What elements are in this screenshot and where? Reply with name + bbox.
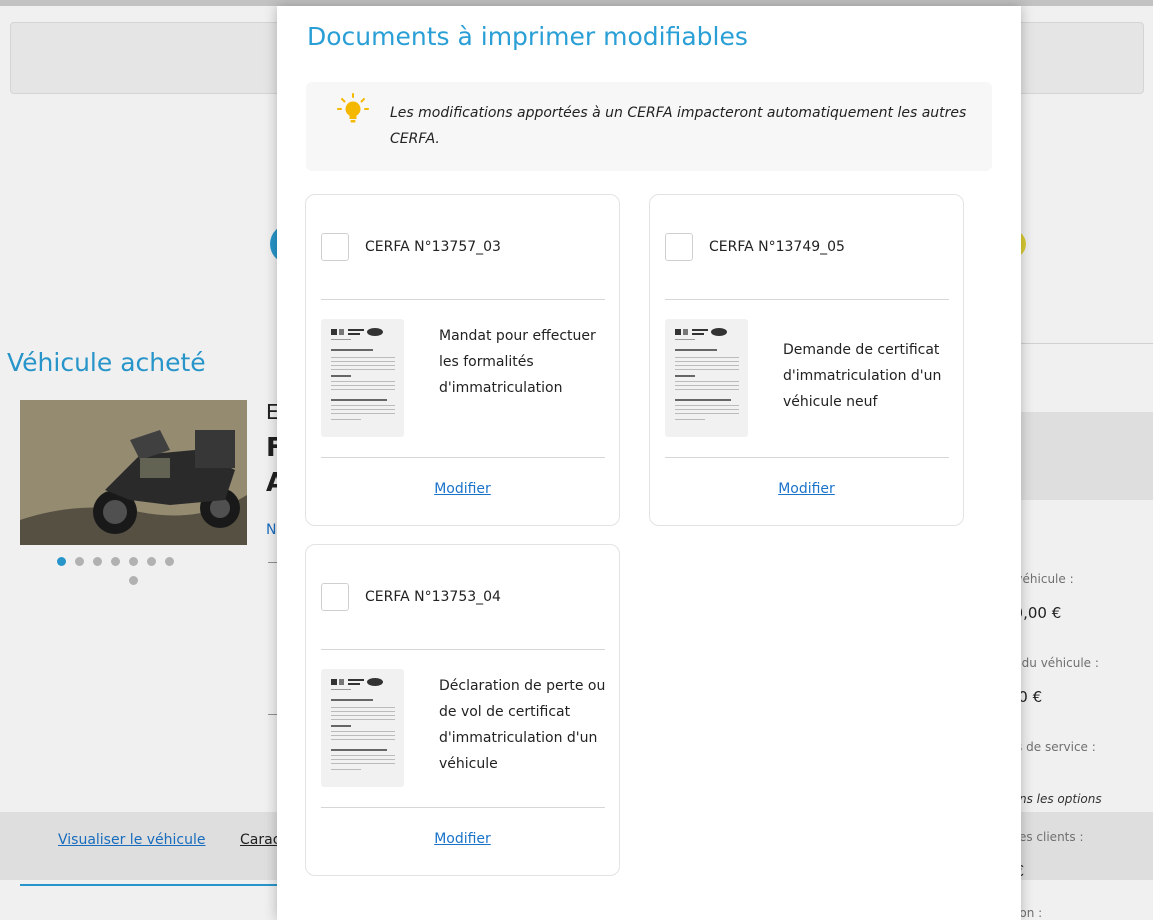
divider [321,649,605,650]
document-preview-icon [675,328,739,420]
cerfa-description: Déclaration de perte ou de vol de certif… [439,678,606,772]
lightbulb-icon [337,93,369,123]
divider [665,299,949,300]
modal-title: Documents à imprimer modifiables [307,22,748,51]
document-preview-icon [331,328,395,420]
cerfa-title: CERFA N°13749_05 [709,239,845,255]
cerfa-card: CERFA N°13753_04 Déclaration de perte ou… [305,544,620,876]
document-preview-icon [331,678,395,770]
cerfa-thumbnail [321,319,404,437]
documents-modal: Documents à imprimer modifiables Les mod… [277,6,1021,920]
modify-link[interactable]: Modifier [650,481,963,497]
info-text: Les modifications apportées à un CERFA i… [390,105,967,147]
cerfa-title: CERFA N°13757_03 [365,239,501,255]
modify-link[interactable]: Modifier [306,481,619,497]
modify-link[interactable]: Modifier [306,831,619,847]
cerfa-thumbnail [321,669,404,787]
cerfa-card: CERFA N°13749_05 Demande de certificat d… [649,194,964,526]
cerfa-thumbnail [665,319,748,437]
cerfa-checkbox[interactable] [665,233,693,261]
cerfa-checkbox[interactable] [321,233,349,261]
cerfa-description: Demande de certificat d'immatriculation … [783,342,942,410]
divider [321,457,605,458]
cerfa-title: CERFA N°13753_04 [365,589,501,605]
divider [321,299,605,300]
cerfa-card: CERFA N°13757_03 Mandat pour effectuer l… [305,194,620,526]
divider [665,457,949,458]
divider [321,807,605,808]
info-box: Les modifications apportées à un CERFA i… [306,82,992,171]
cerfa-description: Mandat pour effectuer les formalités d'i… [439,328,596,396]
cerfa-checkbox[interactable] [321,583,349,611]
